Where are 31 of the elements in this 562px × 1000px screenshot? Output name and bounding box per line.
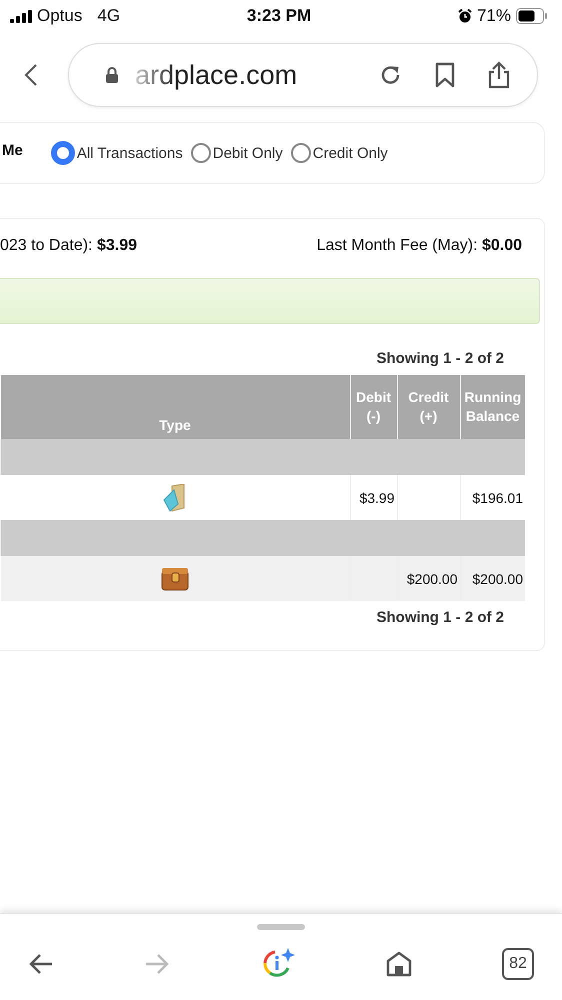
column-header: Debit (-) (350, 375, 397, 439)
signal-icon (10, 10, 32, 22)
filter-label: Me (2, 142, 23, 158)
wallet-icon (161, 566, 189, 590)
pagination-text: Showing 1 - 2 of 2 (375, 609, 504, 626)
bookmark-icon[interactable] (435, 62, 455, 88)
share-icon[interactable] (487, 61, 511, 89)
table-cell: $200.00 (460, 556, 525, 601)
column-header: Running Balance (460, 375, 525, 439)
column-header: Credit (+) (397, 375, 460, 439)
clock-time: 3:23 PM (246, 6, 312, 26)
sheet-handle[interactable] (257, 924, 305, 930)
filter-radio-option[interactable]: All Transactions (50, 141, 183, 165)
lock-icon (105, 67, 119, 83)
last-month-fee-text: Last Month Fee (May): $0.00 (316, 237, 522, 255)
tab-count-button[interactable]: 82 (502, 948, 534, 980)
network-type: 4G (97, 6, 120, 26)
alarm-icon (458, 9, 472, 23)
battery-percent: 71% (476, 6, 511, 26)
back-arrow-icon[interactable] (28, 952, 54, 976)
back-icon[interactable] (24, 63, 38, 87)
year-fee-text: 023 to Date): $3.99 (0, 237, 137, 255)
filter-radio-option[interactable]: Debit Only (190, 143, 283, 163)
pagination-text: Showing 1 - 2 of 2 (375, 350, 504, 367)
column-header: Type (0, 375, 350, 439)
table-cell: $200.00 (397, 556, 460, 601)
address-bar[interactable]: ardplace.com (68, 43, 538, 107)
filter-radio-option[interactable]: Credit Only (290, 143, 388, 163)
home-icon[interactable] (386, 951, 412, 977)
carrier-name: Optus (37, 6, 82, 26)
battery-icon (516, 8, 548, 24)
